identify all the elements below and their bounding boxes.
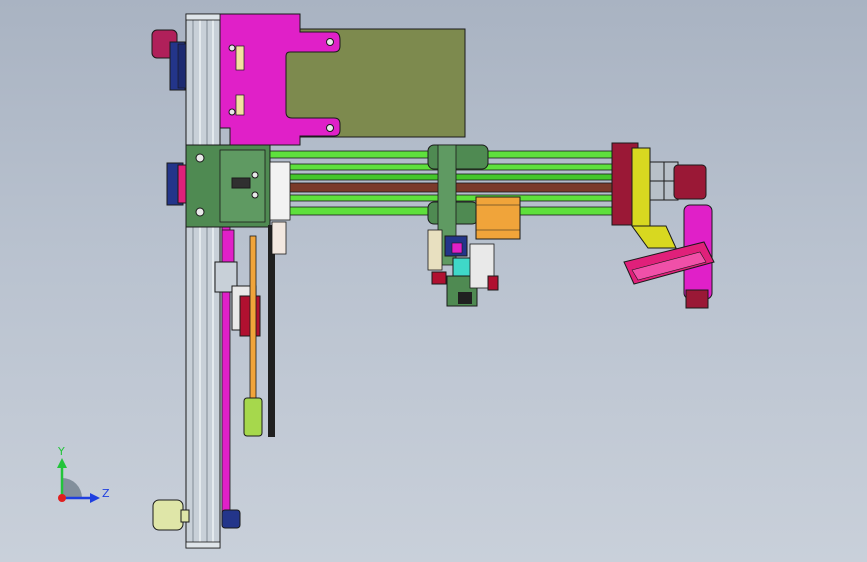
y-axis-label: Y (57, 445, 65, 458)
top-motor (151, 29, 189, 91)
bottom-cylinder (152, 499, 190, 531)
cad-assembly-drawing: Y Z (57, 13, 715, 549)
triad-sector (62, 478, 82, 498)
coordinate-triad: Y Z (57, 445, 110, 503)
x-axis-dot (58, 494, 66, 502)
cad-viewport[interactable]: Y Z (0, 0, 867, 562)
right-end-assembly (611, 142, 715, 309)
dark-green-carriage (185, 144, 271, 228)
z-axis-label: Z (102, 487, 110, 500)
